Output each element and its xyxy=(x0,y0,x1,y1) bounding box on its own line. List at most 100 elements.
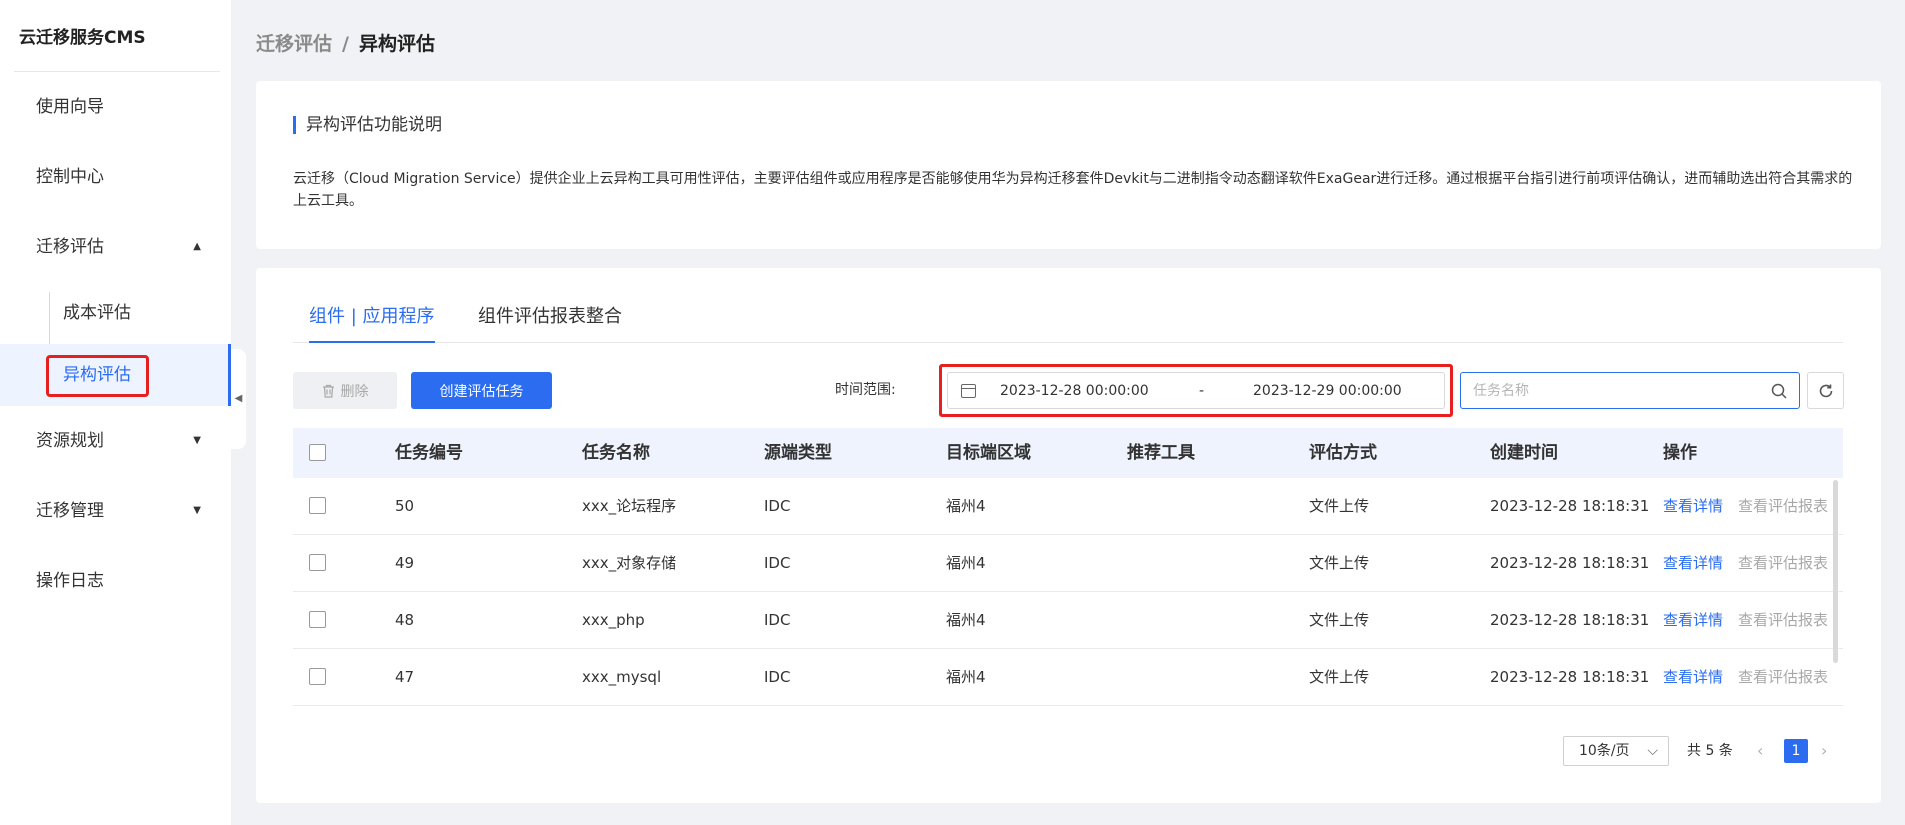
delete-button[interactable]: 删除 xyxy=(293,372,397,409)
sidebar-item-control-center[interactable]: 控制中心 xyxy=(0,142,231,212)
refresh-icon xyxy=(1819,384,1832,397)
search-box xyxy=(1460,372,1800,409)
highlight-box xyxy=(46,355,149,397)
table-row: 49 xxx_对象存储 IDC 福州4 文件上传 2023-12-28 18:1… xyxy=(293,535,1843,592)
table-row: 47 xxx_mysql IDC 福州4 文件上传 2023-12-28 18:… xyxy=(293,649,1843,706)
row-checkbox[interactable] xyxy=(309,668,326,685)
column-header: 推荐工具 xyxy=(1127,443,1195,463)
sidebar-item-label: 操作日志 xyxy=(36,571,104,591)
view-detail-link[interactable]: 查看详情 xyxy=(1663,535,1723,592)
range-separator: - xyxy=(1199,382,1205,399)
sidebar-item-label: 迁移评估 xyxy=(36,237,104,257)
range-start[interactable]: 2023-12-28 00:00:00 xyxy=(1000,383,1149,399)
page-size-select[interactable]: 10条/页 ⌵ xyxy=(1563,736,1669,766)
sidebar-item-resource-planning[interactable]: 资源规划 ▼ xyxy=(0,406,231,476)
prev-page-button[interactable]: ‹ xyxy=(1757,736,1763,766)
sidebar-item-migration-management[interactable]: 迁移管理 ▼ xyxy=(0,476,231,546)
column-header: 评估方式 xyxy=(1309,443,1377,463)
info-card: 异构评估功能说明 云迁移（Cloud Migration Service）提供企… xyxy=(256,81,1881,249)
breadcrumb-parent[interactable]: 迁移评估 xyxy=(256,33,332,55)
range-end[interactable]: 2023-12-29 00:00:00 xyxy=(1253,383,1402,399)
cell-region: 福州4 xyxy=(946,497,986,515)
cell-name: xxx_论坛程序 xyxy=(582,497,677,515)
sidebar: 云迁移服务CMS 使用向导 控制中心 迁移评估 ▲ 成本评估 异构评估 资源规划… xyxy=(0,0,231,825)
row-checkbox[interactable] xyxy=(309,497,326,514)
cell-source: IDC xyxy=(764,611,791,629)
sidebar-subitem-cost-assessment[interactable]: 成本评估 xyxy=(0,282,231,344)
view-report-link[interactable]: 查看评估报表 xyxy=(1738,592,1828,649)
cell-method: 文件上传 xyxy=(1309,554,1370,572)
cell-id: 49 xyxy=(395,554,415,572)
sidebar-collapse-handle[interactable]: ◀ xyxy=(231,349,246,449)
table-scrollbar[interactable] xyxy=(1833,480,1838,663)
column-header: 创建时间 xyxy=(1490,443,1558,463)
search-icon[interactable] xyxy=(1771,383,1787,399)
sidebar-item-guide[interactable]: 使用向导 xyxy=(0,72,231,142)
tab-report-integration[interactable]: 组件评估报表整合 xyxy=(478,302,622,343)
view-report-link[interactable]: 查看评估报表 xyxy=(1738,535,1828,592)
search-input[interactable] xyxy=(1473,373,1763,408)
cell-method: 文件上传 xyxy=(1309,668,1370,686)
cell-region: 福州4 xyxy=(946,668,986,686)
cell-created: 2023-12-28 18:18:31 xyxy=(1490,668,1650,686)
create-task-button[interactable]: 创建评估任务 xyxy=(411,372,552,409)
cell-id: 50 xyxy=(395,497,415,515)
sidebar-menu: 使用向导 控制中心 迁移评估 ▲ 成本评估 异构评估 资源规划 ▼ 迁移管理 ▼… xyxy=(0,72,231,616)
submenu-migration-assessment: 成本评估 异构评估 xyxy=(0,282,231,406)
cell-name: xxx_对象存储 xyxy=(582,554,677,572)
date-range-picker[interactable]: 2023-12-28 00:00:00 - 2023-12-29 00:00:0… xyxy=(947,372,1445,409)
sidebar-subitem-label: 成本评估 xyxy=(63,303,131,323)
main-card: 组件 | 应用程序 组件评估报表整合 删除 创建评估任务 时间范围: 2023-… xyxy=(256,268,1881,803)
select-all-checkbox[interactable] xyxy=(309,444,326,461)
tab-components-apps[interactable]: 组件 | 应用程序 xyxy=(309,302,435,343)
pagination: 10条/页 ⌵ 共 5 条 ‹ 1 › xyxy=(1563,736,1843,766)
page-number[interactable]: 1 xyxy=(1784,739,1808,763)
chevron-down-icon: ⌵ xyxy=(1647,743,1658,759)
trash-icon xyxy=(322,384,334,398)
app-title: 云迁移服务CMS xyxy=(19,28,146,48)
column-header: 操作 xyxy=(1663,443,1697,463)
view-report-link[interactable]: 查看评估报表 xyxy=(1738,649,1828,706)
sidebar-item-operation-log[interactable]: 操作日志 xyxy=(0,546,231,616)
refresh-button[interactable] xyxy=(1807,372,1844,409)
cell-method: 文件上传 xyxy=(1309,611,1370,629)
delete-button-label: 删除 xyxy=(340,383,369,400)
cell-id: 48 xyxy=(395,611,415,629)
info-text: 云迁移（Cloud Migration Service）提供企业上云异构工具可用… xyxy=(293,171,1853,209)
cell-name: xxx_php xyxy=(582,611,645,629)
breadcrumb-separator: / xyxy=(342,33,349,55)
cell-source: IDC xyxy=(764,554,791,572)
task-table: 任务编号 任务名称 源端类型 目标端区域 推荐工具 评估方式 创建时间 操作 5… xyxy=(293,428,1843,706)
range-label: 时间范围: xyxy=(835,382,896,398)
view-detail-link[interactable]: 查看详情 xyxy=(1663,649,1723,706)
cell-region: 福州4 xyxy=(946,554,986,572)
table-header: 任务编号 任务名称 源端类型 目标端区域 推荐工具 评估方式 创建时间 操作 xyxy=(293,428,1843,478)
view-detail-link[interactable]: 查看详情 xyxy=(1663,592,1723,649)
cell-name: xxx_mysql xyxy=(582,668,662,686)
column-header: 源端类型 xyxy=(764,443,832,463)
caret-down-icon: ▼ xyxy=(193,505,201,516)
row-checkbox[interactable] xyxy=(309,611,326,628)
tab-bar: 组件 | 应用程序 组件评估报表整合 xyxy=(293,268,1843,343)
row-checkbox[interactable] xyxy=(309,554,326,571)
sidebar-item-migration-assessment[interactable]: 迁移评估 ▲ xyxy=(0,212,231,282)
sidebar-item-label: 迁移管理 xyxy=(36,501,104,521)
calendar-icon xyxy=(961,383,976,398)
breadcrumb-current: 异构评估 xyxy=(358,33,435,55)
next-page-button[interactable]: › xyxy=(1821,736,1827,766)
view-detail-link[interactable]: 查看详情 xyxy=(1663,478,1723,535)
column-header: 目标端区域 xyxy=(946,443,1031,463)
column-header: 任务编号 xyxy=(395,443,463,463)
info-title: 异构评估功能说明 xyxy=(293,116,442,134)
table-row: 50 xxx_论坛程序 IDC 福州4 文件上传 2023-12-28 18:1… xyxy=(293,478,1843,535)
sidebar-subitem-heterogeneous-assessment[interactable]: 异构评估 xyxy=(0,344,231,406)
cell-region: 福州4 xyxy=(946,611,986,629)
cell-created: 2023-12-28 18:18:31 xyxy=(1490,611,1650,629)
view-report-link[interactable]: 查看评估报表 xyxy=(1738,478,1828,535)
page-size-value: 10条/页 xyxy=(1579,743,1630,759)
table-row: 48 xxx_php IDC 福州4 文件上传 2023-12-28 18:18… xyxy=(293,592,1843,649)
cell-created: 2023-12-28 18:18:31 xyxy=(1490,497,1650,515)
cell-id: 47 xyxy=(395,668,415,686)
sidebar-item-label: 资源规划 xyxy=(36,431,104,451)
total-count: 共 5 条 xyxy=(1687,743,1733,759)
